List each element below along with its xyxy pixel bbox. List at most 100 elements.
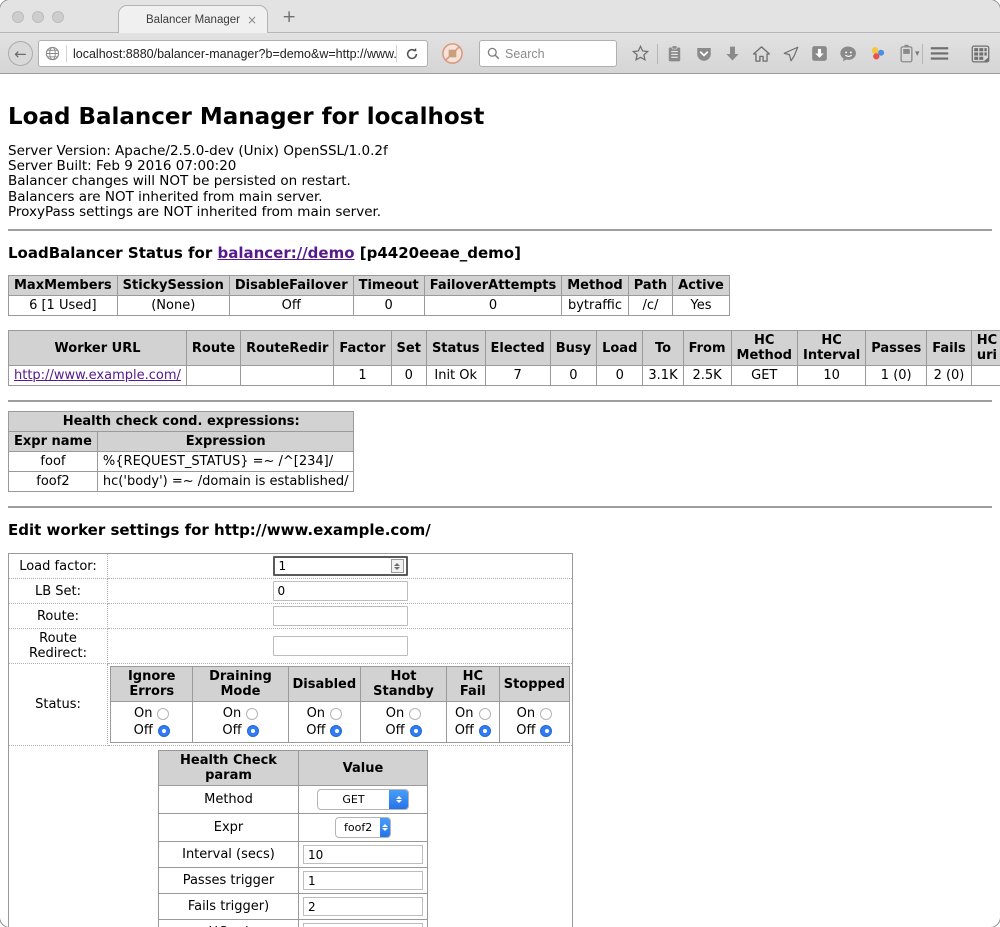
col-hc-interval: HC Interval	[797, 331, 865, 366]
draining-mode-on-radio[interactable]	[246, 708, 258, 720]
back-icon: ←	[14, 45, 27, 63]
hc-method-row: Method GET	[159, 786, 428, 814]
col-hc-method: HC Method	[731, 331, 797, 366]
hc-fail-toggle: On Off	[446, 702, 499, 743]
tab-title: Balancer Manager	[146, 14, 240, 26]
col-passes: Passes	[866, 331, 927, 366]
ignore-errors-on-radio[interactable]	[157, 708, 169, 720]
hamburger-icon	[930, 46, 949, 61]
col-timeout: Timeout	[353, 276, 424, 296]
page-content: Load Balancer Manager for localhost Serv…	[0, 74, 1000, 927]
load-factor-input[interactable]	[273, 556, 408, 576]
hc-fail-off-radio[interactable]	[479, 725, 491, 737]
close-window-button[interactable]	[12, 11, 24, 23]
cell-hc-interval: 10	[797, 366, 865, 386]
menu-button[interactable]	[925, 46, 954, 61]
cell-hc-method: GET	[731, 366, 797, 386]
toolbar-divider	[657, 44, 658, 64]
hc-fail-on-radio[interactable]	[479, 708, 491, 720]
minimize-window-button[interactable]	[32, 11, 44, 23]
route-input[interactable]	[273, 606, 408, 626]
address-input[interactable]: localhost:8880/balancer-manager?b=demo&w…	[67, 47, 396, 61]
ignore-errors-toggle: On Off	[111, 702, 193, 743]
draining-mode-off-radio[interactable]	[247, 725, 259, 737]
zoom-window-button[interactable]	[52, 11, 64, 23]
col-load: Load	[597, 331, 643, 366]
search-input[interactable]: Search	[505, 47, 545, 61]
hc-expr-select[interactable]: foof2	[335, 817, 391, 838]
pocket-button[interactable]	[689, 45, 718, 63]
disabled-toggle: On Off	[288, 702, 361, 743]
hot-standby-off-radio[interactable]	[410, 725, 422, 737]
disabled-on-radio[interactable]	[330, 708, 342, 720]
tiles-button[interactable]	[966, 45, 995, 63]
hc-passes-input[interactable]	[303, 871, 423, 890]
downloads-button[interactable]	[718, 45, 747, 63]
cell-disablefailover: Off	[229, 296, 353, 316]
reload-button[interactable]	[397, 47, 427, 61]
panel-button[interactable]	[805, 45, 834, 62]
ignore-errors-off-radio[interactable]	[158, 725, 170, 737]
send-tab-button[interactable]	[776, 45, 805, 63]
lb-set-input[interactable]	[273, 581, 408, 601]
clipboard-button[interactable]	[660, 45, 689, 63]
close-tab-icon[interactable]: ×	[247, 13, 257, 27]
chevron-down-icon[interactable]: ▾	[915, 49, 920, 59]
stopped-off-radio[interactable]	[540, 725, 552, 737]
route-redirect-input[interactable]	[273, 636, 408, 656]
health-check-expressions-table: Health check cond. expressions: Expr nam…	[8, 411, 354, 492]
disabled-off-radio[interactable]	[330, 725, 342, 737]
hc-uri-input[interactable]	[303, 923, 423, 927]
col-disablefailover: DisableFailover	[229, 276, 353, 296]
reload-icon	[405, 47, 419, 61]
col-routeredir: RouteRedir	[241, 331, 334, 366]
table-header-row: Health Check param Value	[159, 751, 428, 786]
on-label: On	[455, 705, 473, 722]
number-stepper-icon[interactable]	[391, 559, 404, 573]
star-icon	[631, 44, 650, 63]
blocked-icon	[441, 42, 464, 65]
cell-method: bytraffic	[562, 296, 628, 316]
heading-prefix: LoadBalancer Status for	[8, 244, 217, 262]
bookmark-star-button[interactable]	[626, 44, 655, 63]
hc-method-select[interactable]: GET	[317, 789, 409, 810]
search-bar[interactable]: Search	[479, 40, 617, 67]
off-label: Off	[134, 722, 153, 739]
page-title: Load Balancer Manager for localhost	[8, 104, 992, 130]
new-tab-button[interactable]: +	[282, 7, 296, 27]
extension-dots-button[interactable]	[863, 44, 892, 63]
table-row: 6 [1 Used] (None) Off 0 0 bytraffic /c/ …	[9, 296, 730, 316]
smiley-bubble-icon	[839, 45, 858, 63]
table-header-row: Expr name Expression	[9, 432, 354, 452]
cell-passes: 1 (0)	[866, 366, 927, 386]
cell-expression: hc('body') =~ /domain is established/	[97, 472, 354, 492]
worker-url-link[interactable]: http://www.example.com/	[14, 368, 181, 383]
on-label: On	[517, 705, 535, 722]
form-row-lb-set: LB Set:	[9, 579, 573, 604]
route-redirect-label: Route Redirect:	[9, 629, 108, 664]
lb-set-label: LB Set:	[9, 579, 108, 604]
pocket-icon	[695, 45, 713, 63]
tab-balancer-manager[interactable]: Balancer Manager ×	[118, 5, 268, 34]
balancer-link[interactable]: balancer://demo	[217, 244, 354, 262]
route-label: Route:	[9, 604, 108, 629]
stopped-on-radio[interactable]	[540, 708, 552, 720]
col-active: Active	[673, 276, 730, 296]
url-bar[interactable]: localhost:8880/balancer-manager?b=demo&w…	[38, 40, 428, 67]
worker-status-table: Worker URL Route RouteRedir Factor Set S…	[8, 330, 1000, 386]
cell-timeout: 0	[353, 296, 424, 316]
hc-fails-input[interactable]	[303, 897, 423, 916]
col-set: Set	[391, 331, 426, 366]
col-fails: Fails	[927, 331, 972, 366]
hot-standby-on-radio[interactable]	[409, 708, 421, 720]
status-radio-row: On Off On Off On Off	[111, 702, 570, 743]
hc-interval-input[interactable]	[303, 845, 423, 864]
back-button[interactable]: ←	[8, 41, 33, 66]
cell-factor: 1	[334, 366, 391, 386]
divider	[8, 229, 992, 231]
content-blocker-button[interactable]	[441, 42, 464, 65]
home-button[interactable]	[747, 45, 776, 63]
col-path: Path	[628, 276, 672, 296]
feedback-button[interactable]	[834, 45, 863, 63]
off-label: Off	[455, 722, 474, 739]
